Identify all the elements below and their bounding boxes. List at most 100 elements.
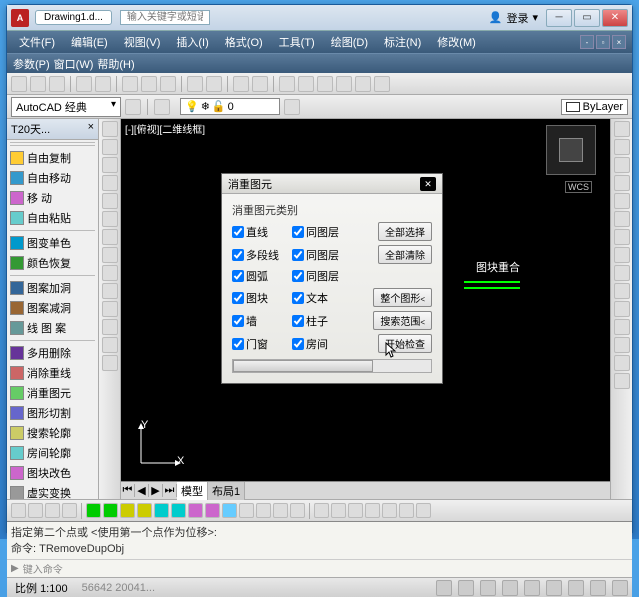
viewport-label[interactable]: [-][俯视][二维线框] <box>125 121 205 136</box>
tab-next[interactable]: ▶ <box>149 484 163 497</box>
design-center-icon[interactable] <box>298 76 314 92</box>
check-房间[interactable]: 房间 <box>292 336 346 352</box>
preview-icon[interactable] <box>95 76 111 92</box>
explode-icon[interactable] <box>614 373 630 389</box>
menu-window[interactable]: 窗口(W) <box>54 56 94 72</box>
chamfer-icon[interactable] <box>614 355 630 371</box>
menu-draw[interactable]: 绘图(D) <box>325 32 374 52</box>
zoom-icon[interactable] <box>252 76 268 92</box>
sb-model-icon[interactable] <box>612 580 628 596</box>
snap2-icon[interactable] <box>28 503 43 518</box>
dialog-title[interactable]: 消重图元 ✕ <box>222 174 442 194</box>
sb-dyn-icon[interactable] <box>568 580 584 596</box>
extend-icon[interactable] <box>614 301 630 317</box>
palette-item[interactable]: 虚实变换 <box>7 483 98 499</box>
dim5-icon[interactable] <box>399 503 414 518</box>
erase-icon[interactable] <box>614 121 630 137</box>
ws-gear-icon[interactable] <box>125 99 141 115</box>
line-icon[interactable] <box>102 121 118 137</box>
color-combo[interactable]: ByLayer <box>561 99 628 115</box>
region-icon[interactable] <box>102 283 118 299</box>
check-同图层[interactable]: 同图层 <box>292 224 346 240</box>
palette-item[interactable]: 颜色恢复 <box>7 253 98 273</box>
circle-icon[interactable] <box>102 157 118 173</box>
layer-mgr-icon[interactable] <box>154 99 170 115</box>
snap-int-icon[interactable] <box>171 503 186 518</box>
check-同图层[interactable]: 同图层 <box>292 268 346 284</box>
redo-icon[interactable] <box>206 76 222 92</box>
dim3-icon[interactable] <box>365 503 380 518</box>
palette-item[interactable]: 线 图 案 <box>7 318 98 338</box>
check-圆弧[interactable]: 圆弧 <box>232 268 286 284</box>
snap-per-icon[interactable] <box>222 503 237 518</box>
menu-help[interactable]: 帮助(H) <box>97 56 134 72</box>
rotate-icon[interactable] <box>614 229 630 245</box>
tab-first[interactable]: ⏮ <box>121 484 135 497</box>
palette-item[interactable]: 消重图元 <box>7 383 98 403</box>
point-icon[interactable] <box>102 355 118 371</box>
workspace-combo[interactable]: AutoCAD 经典 <box>11 97 121 117</box>
palette-title[interactable]: T20天...× <box>7 119 98 140</box>
snap-ext-icon[interactable] <box>188 503 203 518</box>
dlg-btn-1[interactable]: 全部清除 <box>378 245 432 264</box>
mdi-close[interactable]: × <box>612 35 626 49</box>
palette-item[interactable]: 图形切割 <box>7 403 98 423</box>
palette-item[interactable]: 自由粘贴 <box>7 208 98 228</box>
check-墙[interactable]: 墙 <box>232 313 286 329</box>
snap-near-icon[interactable] <box>256 503 271 518</box>
spline-icon[interactable] <box>102 247 118 263</box>
tab-last[interactable]: ⏭ <box>163 484 177 497</box>
table-icon[interactable] <box>102 301 118 317</box>
palette-item[interactable]: 图案加洞 <box>7 278 98 298</box>
user-login[interactable]: 👤登录▾ <box>489 10 538 26</box>
move-icon[interactable] <box>614 211 630 227</box>
check-同图层[interactable]: 同图层 <box>292 247 346 263</box>
snap1-icon[interactable] <box>11 503 26 518</box>
palette-item[interactable]: 自由复制 <box>7 148 98 168</box>
pan-icon[interactable] <box>233 76 249 92</box>
palette-item[interactable]: 搜索轮廓 <box>7 423 98 443</box>
tab-prev[interactable]: ◀ <box>135 484 149 497</box>
palette-item[interactable]: 多用删除 <box>7 343 98 363</box>
snap-qua-icon[interactable] <box>154 503 169 518</box>
menu-modify[interactable]: 修改(M) <box>431 32 482 52</box>
snap-app-icon[interactable] <box>273 503 288 518</box>
rect-icon[interactable] <box>102 193 118 209</box>
viewcube[interactable] <box>546 125 596 175</box>
snap-par-icon[interactable] <box>290 503 305 518</box>
snap-set-icon[interactable] <box>314 503 329 518</box>
sb-lwt-icon[interactable] <box>590 580 606 596</box>
copy-icon[interactable] <box>141 76 157 92</box>
sb-polar-icon[interactable] <box>502 580 518 596</box>
menu-format[interactable]: 格式(O) <box>219 32 269 52</box>
minimize-button[interactable]: ─ <box>546 9 572 27</box>
menu-edit[interactable]: 编辑(E) <box>65 32 114 52</box>
dim1-icon[interactable] <box>331 503 346 518</box>
ellipse-icon[interactable] <box>102 229 118 245</box>
maximize-button[interactable]: ▭ <box>574 9 600 27</box>
check-直线[interactable]: 直线 <box>232 224 286 240</box>
snap-end-icon[interactable] <box>86 503 101 518</box>
undo-icon[interactable] <box>187 76 203 92</box>
scale-icon[interactable] <box>614 247 630 263</box>
dim2-icon[interactable] <box>348 503 363 518</box>
mirror-icon[interactable] <box>614 157 630 173</box>
tab-model[interactable]: 模型 <box>177 482 208 500</box>
palette-item[interactable]: 自由移动 <box>7 168 98 188</box>
snap3-icon[interactable] <box>45 503 60 518</box>
check-多段线[interactable]: 多段线 <box>232 247 286 263</box>
palette-item[interactable]: 图案减洞 <box>7 298 98 318</box>
menu-params[interactable]: 参数(P) <box>13 56 50 72</box>
snap-tan-icon[interactable] <box>239 503 254 518</box>
mdi-restore[interactable]: ▫ <box>596 35 610 49</box>
open-icon[interactable] <box>30 76 46 92</box>
tool-palette-icon[interactable] <box>317 76 333 92</box>
markup-icon[interactable] <box>355 76 371 92</box>
dlg-btn-3[interactable]: 整个图形< <box>373 288 432 307</box>
check-文本[interactable]: 文本 <box>292 290 346 306</box>
sb-snap-icon[interactable] <box>436 580 452 596</box>
menu-insert[interactable]: 插入(I) <box>170 32 214 52</box>
fillet-icon[interactable] <box>614 337 630 353</box>
pline-icon[interactable] <box>102 139 118 155</box>
check-柱子[interactable]: 柱子 <box>292 313 346 329</box>
